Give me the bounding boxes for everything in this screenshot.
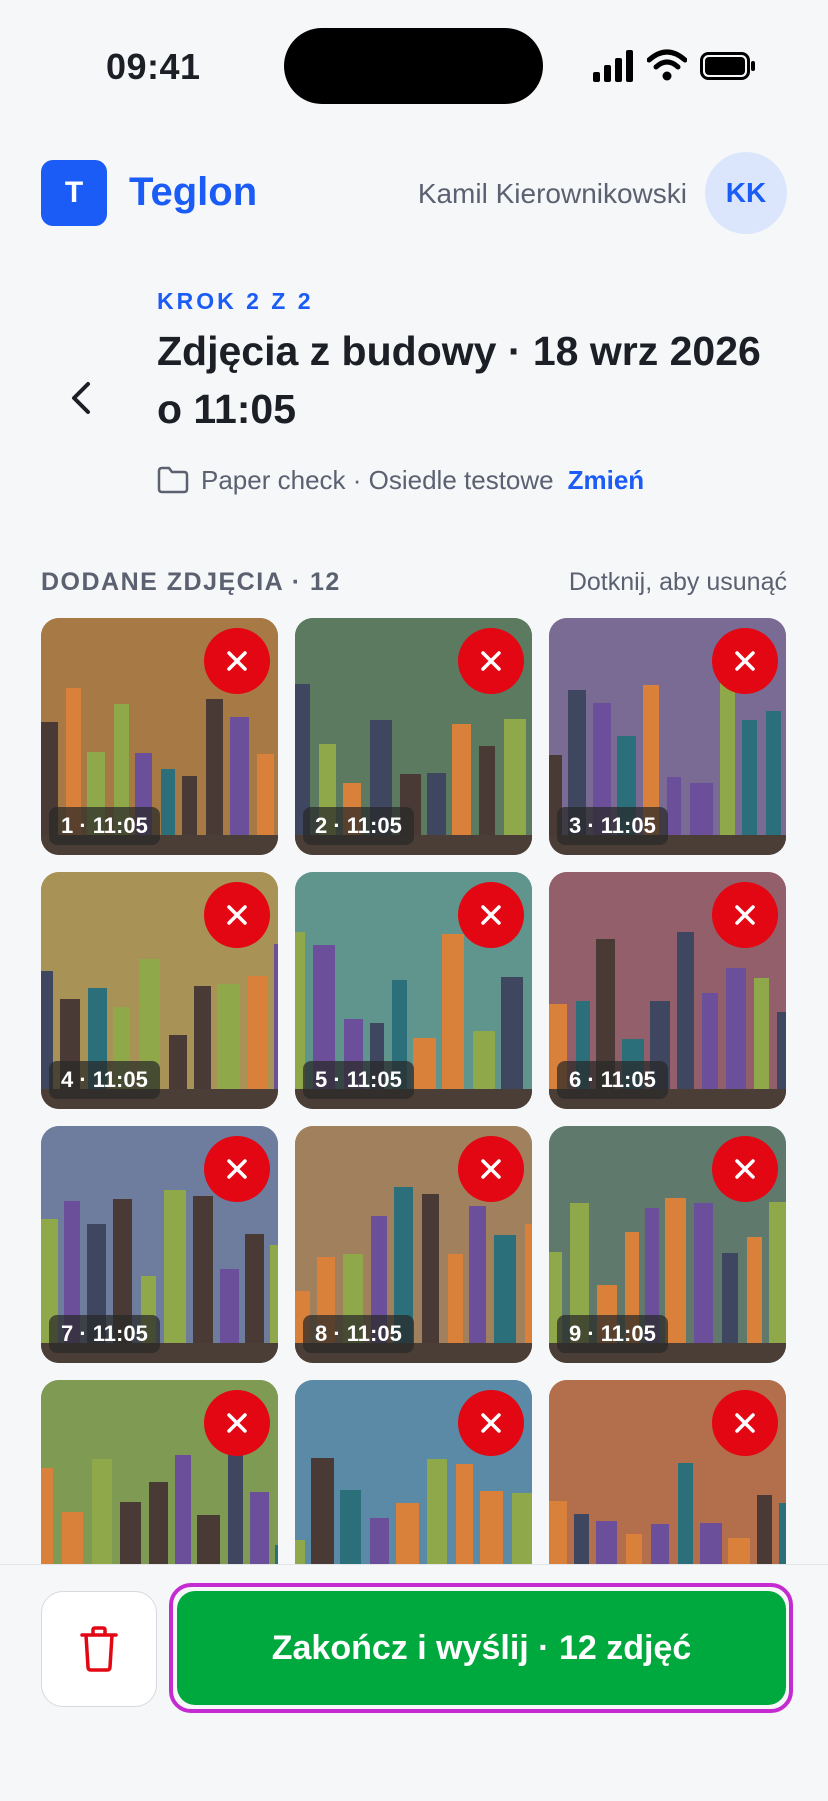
- close-icon: [227, 1413, 247, 1433]
- photo-caption: 4 · 11:05: [49, 1061, 160, 1099]
- remove-photo-button[interactable]: [458, 1390, 524, 1456]
- close-icon: [735, 651, 755, 671]
- remove-photo-button[interactable]: [458, 882, 524, 948]
- photo-thumbnail[interactable]: [41, 1380, 278, 1564]
- close-icon: [481, 905, 501, 925]
- photo-caption: 8 · 11:05: [303, 1315, 414, 1353]
- remove-photo-button[interactable]: [204, 1136, 270, 1202]
- photos-count-label: DODANE ZDJĘCIA · 12: [41, 568, 341, 596]
- close-icon: [227, 1159, 247, 1179]
- remove-photo-button[interactable]: [204, 1390, 270, 1456]
- photo-thumbnail[interactable]: 6 · 11:05: [549, 872, 786, 1109]
- photo-caption: 3 · 11:05: [557, 807, 668, 845]
- photo-thumbnail[interactable]: 9 · 11:05: [549, 1126, 786, 1363]
- remove-photo-button[interactable]: [712, 628, 778, 694]
- remove-photo-button[interactable]: [458, 1136, 524, 1202]
- photo-thumbnail[interactable]: 3 · 11:05: [549, 618, 786, 855]
- photo-thumbnail[interactable]: [549, 1380, 786, 1564]
- close-icon: [735, 1413, 755, 1433]
- photo-caption: 5 · 11:05: [303, 1061, 414, 1099]
- photo-caption: 9 · 11:05: [557, 1315, 668, 1353]
- remove-photo-button[interactable]: [204, 628, 270, 694]
- photo-caption: 1 · 11:05: [49, 807, 160, 845]
- remove-photo-button[interactable]: [712, 882, 778, 948]
- close-icon: [227, 651, 247, 671]
- photo-thumbnail[interactable]: 1 · 11:05: [41, 618, 278, 855]
- photo-caption: 2 · 11:05: [303, 807, 414, 845]
- close-icon: [735, 1159, 755, 1179]
- photo-thumbnail[interactable]: 8 · 11:05: [295, 1126, 532, 1363]
- photo-thumbnail[interactable]: 4 · 11:05: [41, 872, 278, 1109]
- close-icon: [481, 1159, 501, 1179]
- remove-photo-button[interactable]: [712, 1136, 778, 1202]
- trash-icon: [80, 1626, 118, 1672]
- close-icon: [481, 1413, 501, 1433]
- photo-thumbnail[interactable]: 2 · 11:05: [295, 618, 532, 855]
- delete-all-button[interactable]: [41, 1591, 157, 1707]
- photo-thumbnail[interactable]: [295, 1380, 532, 1564]
- action-bar: Zakończ i wyślij · 12 zdjęć: [0, 1564, 828, 1801]
- photo-thumbnail[interactable]: 7 · 11:05: [41, 1126, 278, 1363]
- photos-hint: Dotknij, aby usunąć: [568, 568, 787, 596]
- remove-photo-button[interactable]: [458, 628, 524, 694]
- photo-thumbnail[interactable]: 5 · 11:05: [295, 872, 532, 1109]
- photo-grid: DODANE ZDJĘCIA · 12 Dotknij, aby usunąć …: [0, 0, 828, 1564]
- close-icon: [481, 651, 501, 671]
- photo-caption: 7 · 11:05: [49, 1315, 160, 1353]
- close-icon: [227, 905, 247, 925]
- photo-caption: 6 · 11:05: [557, 1061, 668, 1099]
- remove-photo-button[interactable]: [712, 1390, 778, 1456]
- close-icon: [735, 905, 755, 925]
- remove-photo-button[interactable]: [204, 882, 270, 948]
- submit-button[interactable]: Zakończ i wyślij · 12 zdjęć: [177, 1591, 786, 1705]
